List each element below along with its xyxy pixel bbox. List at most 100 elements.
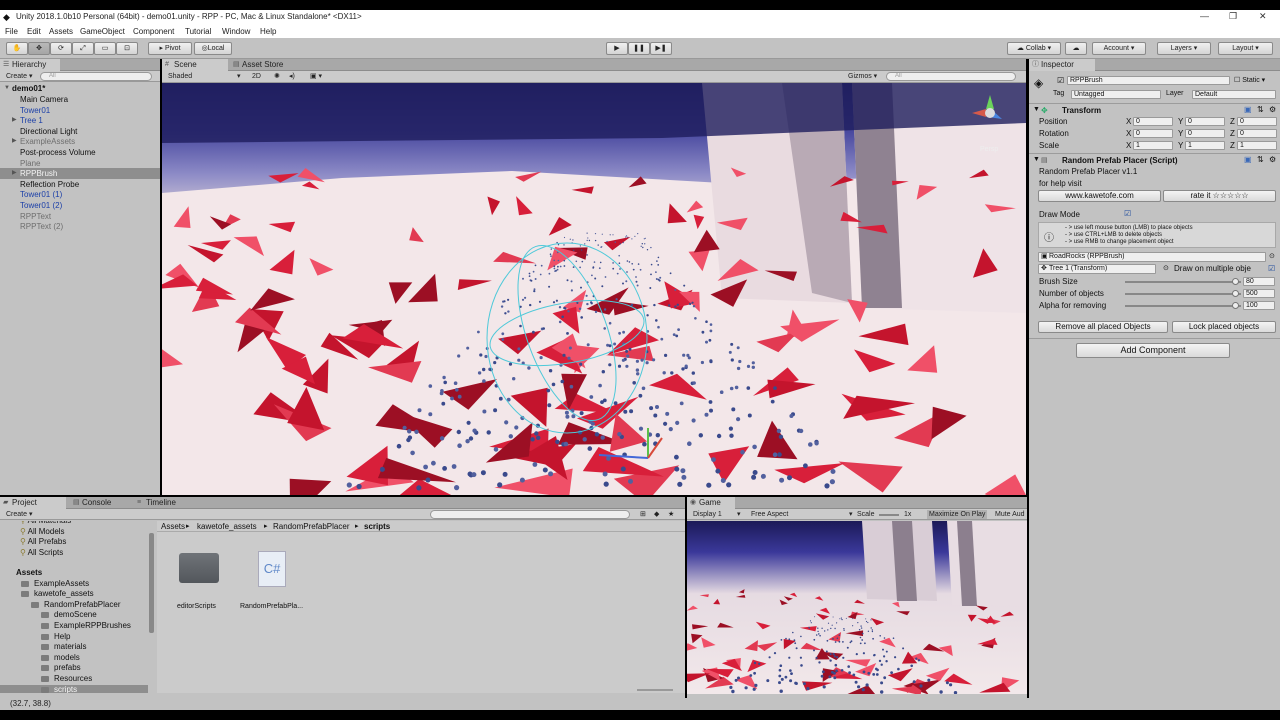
hierarchy-item[interactable]: ▶ ExampleAssets	[0, 136, 160, 147]
mode-2d-toggle[interactable]: 2D	[252, 72, 261, 81]
csharp-file-icon[interactable]: C#	[258, 551, 286, 587]
maximize-icon[interactable]: ❐	[1229, 11, 1237, 22]
project-search-input[interactable]	[430, 510, 630, 519]
settings-gear-icon[interactable]: ⚙	[1269, 105, 1276, 114]
menu-component[interactable]: Component	[133, 27, 174, 36]
project-tree-item[interactable]: materials	[0, 642, 148, 652]
pause-button[interactable]: ❚❚	[628, 42, 650, 55]
expand-arrow-icon[interactable]: ▶	[12, 115, 17, 126]
game-viewport[interactable]	[687, 521, 1027, 694]
favorite-item[interactable]: ⚲ All Prefabs	[20, 537, 66, 547]
hierarchy-item[interactable]: ▶ Tree 1	[0, 115, 160, 126]
expand-arrow-icon[interactable]: ▼	[4, 83, 10, 94]
draw-mode-checkbox[interactable]: ☑	[1124, 209, 1131, 218]
menu-edit[interactable]: Edit	[27, 27, 41, 36]
breadcrumb-scripts[interactable]: scripts	[364, 522, 390, 531]
play-button[interactable]: ▶	[606, 42, 628, 55]
hierarchy-item[interactable]: RPPText	[0, 211, 160, 222]
menu-tutorial[interactable]: Tutorial	[185, 27, 211, 36]
favorite-item[interactable]: ⚲ All Scripts	[20, 548, 63, 558]
project-tree-item[interactable]: ExampleRPPBrushes	[0, 621, 148, 631]
tag-dropdown[interactable]: Untagged	[1071, 90, 1161, 99]
menu-assets[interactable]: Assets	[49, 27, 73, 36]
scene-root[interactable]: ▼ demo01*	[0, 83, 160, 94]
project-tree-item[interactable]: Resources	[0, 674, 148, 684]
gizmos-dropdown[interactable]: Gizmos ▾	[848, 72, 877, 81]
remove-all-button[interactable]: Remove all placed Objects	[1038, 321, 1168, 333]
static-toggle[interactable]: ☐ Static ▾	[1234, 76, 1265, 84]
project-tree-item[interactable]: RandomPrefabPlacer	[0, 600, 148, 610]
transform-y-field[interactable]: 1	[1185, 141, 1225, 150]
audio-icon[interactable]: ◂)	[289, 72, 295, 81]
hierarchy-search-input[interactable]: All	[40, 72, 152, 81]
favorite-item[interactable]: ⚲ All Models	[20, 527, 65, 537]
num-objects-knob[interactable]	[1232, 290, 1240, 297]
hierarchy-item[interactable]: Tower01 (1)	[0, 189, 160, 200]
scene-search-input[interactable]: All	[886, 72, 1016, 81]
move-tool-icon[interactable]: ✥	[28, 42, 50, 55]
breadcrumb-assets[interactable]: Assets	[161, 522, 185, 531]
hierarchy-item[interactable]: Tower01	[0, 105, 160, 116]
collapse-arrow-icon[interactable]: ▼	[1033, 106, 1040, 113]
help-icon[interactable]: ▣	[1244, 155, 1252, 164]
layout-dropdown[interactable]: Layout ▾	[1218, 42, 1273, 55]
scale-tool-icon[interactable]: ⤢	[72, 42, 94, 55]
cloud-icon[interactable]: ☁	[1065, 42, 1087, 55]
transform-x-field[interactable]: 0	[1133, 117, 1173, 126]
preset-icon[interactable]: ⇅	[1257, 155, 1264, 164]
project-tree-item[interactable]: demoScene	[0, 610, 148, 620]
tab-console[interactable]: ▤ Console	[70, 497, 130, 509]
close-icon[interactable]: ✕	[1259, 11, 1267, 22]
effects-icon[interactable]: ▣ ▾	[310, 72, 322, 81]
transform-x-field[interactable]: 1	[1133, 141, 1173, 150]
transform-x-field[interactable]: 0	[1133, 129, 1173, 138]
minimize-icon[interactable]: —	[1200, 11, 1209, 21]
project-tree-item[interactable]: prefabs	[0, 663, 148, 673]
collab-button[interactable]: ☁ Collab ▾	[1007, 42, 1061, 55]
expand-arrow-icon[interactable]: ▶	[12, 136, 17, 147]
hierarchy-item[interactable]: Tower01 (2)	[0, 200, 160, 211]
local-toggle[interactable]: ◎Local	[194, 42, 232, 55]
transform-y-field[interactable]: 0	[1185, 117, 1225, 126]
tab-inspector[interactable]: ⓘ Inspector	[1029, 59, 1095, 71]
object-picker-icon[interactable]: ⊙	[1269, 252, 1275, 260]
menu-gameobject[interactable]: GameObject	[80, 27, 125, 36]
tab-game[interactable]: ◉ Game	[687, 497, 735, 509]
step-button[interactable]: ▶❚	[650, 42, 672, 55]
hierarchy-item[interactable]: Directional Light	[0, 126, 160, 137]
hierarchy-item[interactable]: Reflection Probe	[0, 179, 160, 190]
menu-help[interactable]: Help	[260, 27, 276, 36]
project-tree-item[interactable]: kawetofe_assets	[0, 589, 148, 599]
tab-timeline[interactable]: ≡ Timeline	[134, 497, 194, 509]
hierarchy-item[interactable]: Main Camera	[0, 94, 160, 105]
alpha-slider[interactable]	[1125, 305, 1241, 307]
num-objects-field[interactable]: 500	[1243, 289, 1275, 298]
breadcrumb-kawetofe[interactable]: kawetofe_assets	[197, 522, 257, 531]
filter-type-icon[interactable]: ⊞	[640, 510, 646, 519]
display-dropdown[interactable]: Display 1	[693, 510, 722, 519]
transform-z-field[interactable]: 0	[1237, 117, 1277, 126]
alpha-knob[interactable]	[1232, 302, 1240, 309]
transform-z-field[interactable]: 0	[1237, 129, 1277, 138]
lock-objects-button[interactable]: Lock placed objects	[1172, 321, 1276, 333]
settings-gear-icon[interactable]: ⚙	[1269, 155, 1276, 164]
project-tree-item[interactable]: ExampleAssets	[0, 579, 148, 589]
project-tree-item[interactable]: models	[0, 653, 148, 663]
scale-slider[interactable]	[879, 514, 899, 516]
maximize-on-play-toggle[interactable]: Maximize On Play	[927, 510, 988, 519]
transform-z-field[interactable]: 1	[1237, 141, 1277, 150]
add-component-button[interactable]: Add Component	[1076, 343, 1230, 358]
layers-dropdown[interactable]: Layers ▾	[1157, 42, 1211, 55]
expand-arrow-icon[interactable]: ▶	[12, 168, 17, 179]
alpha-field[interactable]: 100	[1243, 301, 1275, 310]
file-editorscripts[interactable]: editorScripts	[177, 603, 216, 610]
account-dropdown[interactable]: Account ▾	[1092, 42, 1146, 55]
brush-size-field[interactable]: 80	[1243, 277, 1275, 286]
website-button[interactable]: www.kawetofe.com	[1038, 190, 1161, 202]
menu-window[interactable]: Window	[222, 27, 250, 36]
transform-y-field[interactable]: 0	[1185, 129, 1225, 138]
project-tree-item[interactable]: Help	[0, 632, 148, 642]
persp-label[interactable]: Persp	[980, 146, 998, 153]
project-tree-item[interactable]: scripts	[0, 684, 148, 693]
preset-icon[interactable]: ⇅	[1257, 105, 1264, 114]
